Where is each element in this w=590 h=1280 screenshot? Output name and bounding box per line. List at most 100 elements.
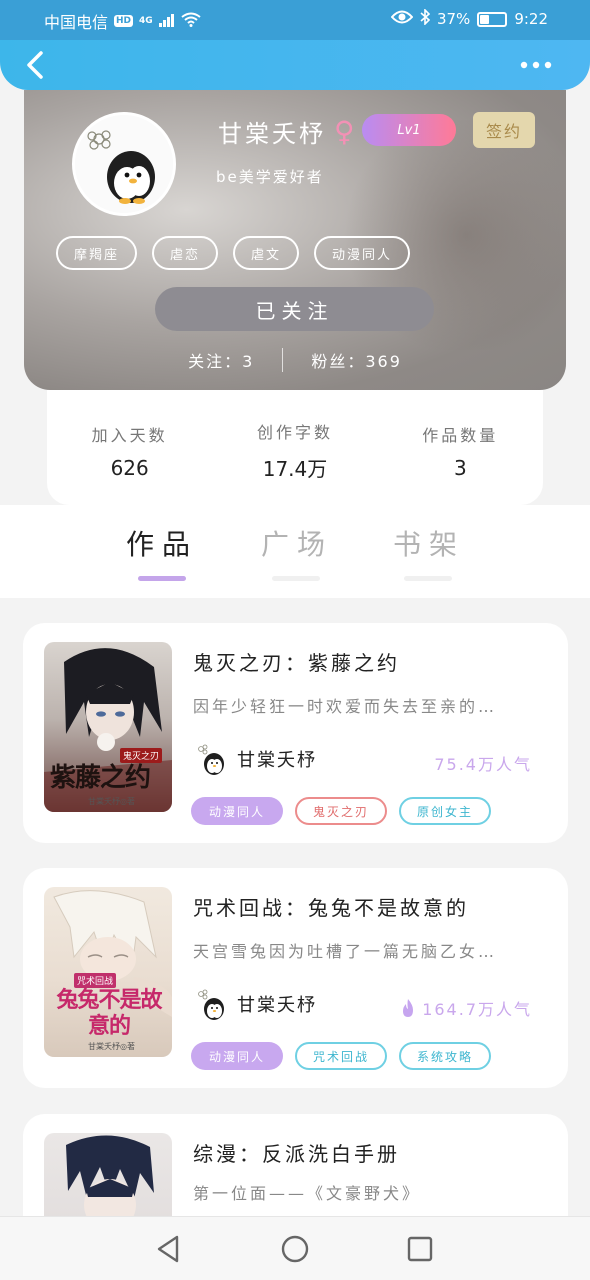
tab-works-indicator xyxy=(138,576,186,581)
carrier-label: 中国电信 xyxy=(44,13,109,32)
system-recents-button[interactable] xyxy=(402,1231,438,1267)
popularity-count: 75.4万人气 xyxy=(434,751,532,775)
tab-bookshelf[interactable]: 书架 xyxy=(369,523,489,563)
stat-value: 626 xyxy=(110,455,149,480)
book-author[interactable]: 甘棠夭杼 xyxy=(193,741,317,777)
hd-badge: HD xyxy=(114,15,134,27)
signal-icon xyxy=(158,12,175,31)
user-tag[interactable]: 虐文 xyxy=(233,236,300,270)
square-recents-icon xyxy=(407,1236,433,1262)
tab-square-indicator xyxy=(272,576,320,581)
level-badge: Lv1 xyxy=(362,114,456,146)
eye-icon xyxy=(390,10,414,28)
system-back-button[interactable] xyxy=(150,1231,186,1267)
book-description: 第一位面——《文豪野犬》 xyxy=(193,1184,422,1203)
penguin-avatar-icon xyxy=(193,986,229,1022)
chevron-left-icon xyxy=(27,51,43,79)
book-description: 天宫雪兔因为吐槽了一篇无脑乙女… xyxy=(193,942,498,961)
system-navigation-bar xyxy=(0,1216,590,1280)
follow-stats: 关注：3 粉丝：369 xyxy=(24,348,566,372)
stat-word-count: 创作字数 17.4万 xyxy=(220,419,370,482)
book-author[interactable]: 甘棠夭杼 xyxy=(193,986,317,1022)
clock: 9:22 xyxy=(514,10,548,28)
network-label: 4G xyxy=(139,16,153,26)
book-card[interactable]: 鬼灭之刃 紫藤之约 甘棠夭杼◎著 鬼灭之刃：紫藤之约 因年少轻狂一时欢爱而失去至… xyxy=(23,623,568,843)
bluetooth-icon xyxy=(420,8,431,29)
book-title[interactable]: 咒术回战：兔兔不是故意的 xyxy=(193,892,469,921)
female-gender-icon: ♀ xyxy=(334,115,358,148)
cover-title: 紫藤之约 xyxy=(50,763,151,793)
battery-icon xyxy=(477,11,508,27)
user-avatar[interactable] xyxy=(72,112,176,216)
circle-home-icon xyxy=(281,1235,309,1263)
works-list: 鬼灭之刃 紫藤之约 甘棠夭杼◎著 鬼灭之刃：紫藤之约 因年少轻狂一时欢爱而失去至… xyxy=(0,598,590,1216)
status-right: 37% 9:22 xyxy=(390,8,548,29)
stat-works-count: 作品数量 3 xyxy=(385,422,535,480)
username-text: 甘棠夭杼 xyxy=(218,120,326,148)
more-button[interactable] xyxy=(516,46,556,84)
user-bio: be美学爱好者 xyxy=(216,168,324,186)
tab-square[interactable]: 广场 xyxy=(237,523,357,563)
user-tag[interactable]: 动漫同人 xyxy=(314,236,411,270)
author-name: 甘棠夭杼 xyxy=(237,750,317,771)
book-cover[interactable] xyxy=(44,1133,172,1216)
book-card[interactable]: 咒术回战 兔兔不是故意的 甘棠夭杼◎著 咒术回战：兔兔不是故意的 天宫雪兔因为吐… xyxy=(23,868,568,1088)
more-dots-icon xyxy=(520,61,552,69)
user-tag[interactable]: 摩羯座 xyxy=(56,236,138,270)
cover-title: 兔兔不是故意的 xyxy=(56,987,162,1039)
popularity-text: 75.4万人气 xyxy=(434,755,532,774)
author-stats-card: 加入天数 626 创作字数 17.4万 作品数量 3 xyxy=(47,390,543,505)
triangle-back-icon xyxy=(157,1235,179,1263)
status-left: 中国电信 HD 4G xyxy=(44,9,201,33)
book-description: 因年少轻狂一时欢爱而失去至亲的… xyxy=(193,697,498,716)
penguin-avatar-icon xyxy=(75,115,173,213)
back-button[interactable] xyxy=(18,46,52,84)
system-home-button[interactable] xyxy=(277,1231,313,1267)
fans-label: 粉丝： xyxy=(311,352,366,371)
cover-author: 甘棠夭杼◎著 xyxy=(88,1042,135,1051)
stat-label: 加入天数 xyxy=(91,425,168,445)
author-avatar xyxy=(193,741,229,777)
tab-works[interactable]: 作品 xyxy=(102,523,222,563)
genre-tag[interactable]: 动漫同人 xyxy=(191,797,284,825)
signed-author-badge: 签约 xyxy=(473,112,535,148)
status-bar: 中国电信 HD 4G 37% 9:22 xyxy=(0,0,590,40)
battery-percent: 37% xyxy=(436,10,471,28)
penguin-avatar-icon xyxy=(193,741,229,777)
divider xyxy=(282,348,284,372)
author-avatar xyxy=(193,986,229,1022)
genre-tag[interactable]: 原创女主 xyxy=(399,797,492,825)
stat-value: 3 xyxy=(453,455,467,480)
profile-header-card: 甘棠夭杼 ♀ Lv1 签约 be美学爱好者 摩羯座 虐恋 虐文 动漫同人 已关注… xyxy=(24,90,566,390)
top-nav-bar xyxy=(0,40,590,90)
stat-label: 作品数量 xyxy=(422,425,499,445)
following-label: 关注： xyxy=(188,352,243,371)
genre-tag[interactable]: 动漫同人 xyxy=(191,1042,284,1070)
user-tags: 摩羯座 虐恋 虐文 动漫同人 xyxy=(56,236,411,270)
tab-bookshelf-indicator xyxy=(404,576,452,581)
following-count: 3 xyxy=(242,352,255,371)
flame-icon xyxy=(403,999,414,1017)
battery-fill xyxy=(480,14,490,24)
book-cover[interactable]: 鬼灭之刃 紫藤之约 甘棠夭杼◎著 xyxy=(44,642,172,812)
book-genres: 动漫同人 鬼灭之刃 原创女主 xyxy=(191,797,492,825)
stat-value: 17.4万 xyxy=(262,457,328,481)
book-title[interactable]: 综漫：反派洗白手册 xyxy=(193,1138,400,1167)
following-stat[interactable]: 关注：3 xyxy=(188,348,254,372)
book-title[interactable]: 鬼灭之刃：紫藤之约 xyxy=(193,647,400,676)
genre-tag[interactable]: 咒术回战 xyxy=(295,1042,388,1070)
book-genres: 动漫同人 咒术回战 系统攻略 xyxy=(191,1042,492,1070)
book-cover[interactable]: 咒术回战 兔兔不是故意的 甘棠夭杼◎著 xyxy=(44,887,172,1057)
cover-subtitle: 咒术回战 xyxy=(74,973,117,988)
stat-join-days: 加入天数 626 xyxy=(55,422,205,480)
user-tag[interactable]: 虐恋 xyxy=(152,236,219,270)
fans-stat[interactable]: 粉丝：369 xyxy=(311,348,402,372)
genre-tag[interactable]: 系统攻略 xyxy=(399,1042,492,1070)
genre-tag[interactable]: 鬼灭之刃 xyxy=(295,797,388,825)
wifi-icon xyxy=(181,12,201,31)
stat-label: 创作字数 xyxy=(256,423,333,442)
followed-button[interactable]: 已关注 xyxy=(155,287,434,331)
book-card[interactable]: 综漫：反派洗白手册 第一位面——《文豪野犬》 xyxy=(23,1114,568,1216)
popularity-text: 164.7万人气 xyxy=(422,1000,532,1019)
popularity-count: 164.7万人气 xyxy=(400,996,532,1020)
